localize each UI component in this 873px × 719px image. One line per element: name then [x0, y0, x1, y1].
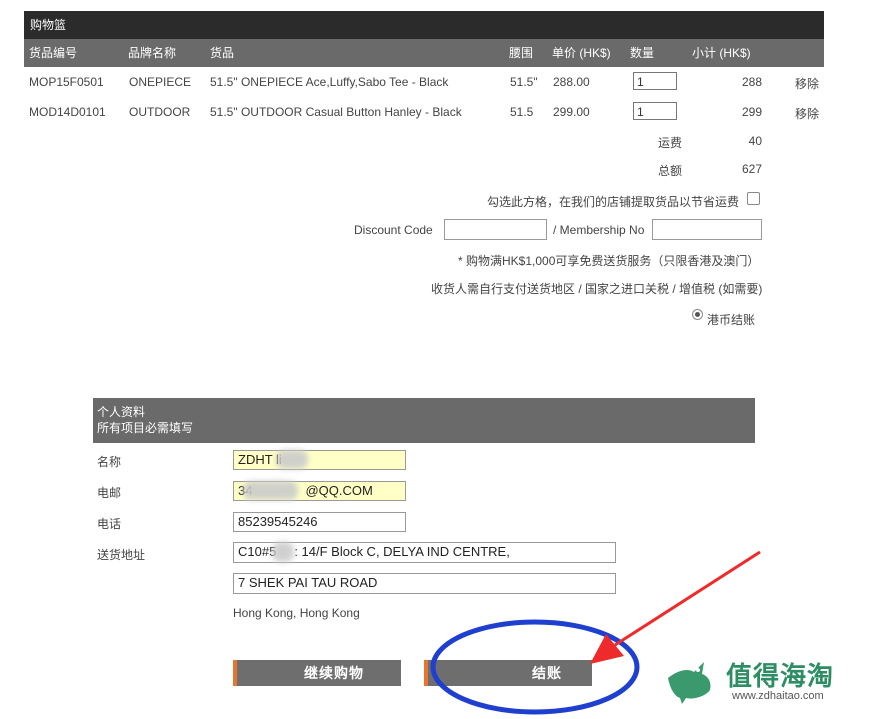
pickup-checkbox[interactable]: [747, 192, 760, 205]
item-price: 288.00: [553, 75, 590, 89]
hkd-radio[interactable]: [692, 309, 703, 320]
discount-code-input[interactable]: [444, 219, 547, 240]
watermark-logo: 值得海淘 www.zdhaitao.com: [664, 654, 864, 714]
phone-label: 电话: [97, 517, 122, 531]
continue-shopping-button[interactable]: 继续购物: [233, 660, 401, 686]
duty-note: 收货人需自行支付送货地区 / 国家之进口关税 / 增值税 (如需要): [431, 282, 763, 296]
privacy-blur: [243, 481, 298, 500]
header-subtotal: 小计 (HK$): [692, 46, 751, 60]
quantity-input[interactable]: 1: [633, 72, 677, 90]
email-value-suffix: @QQ.COM: [305, 483, 373, 498]
pointer-arrow-head: [590, 634, 624, 664]
membership-label: / Membership No: [553, 223, 645, 237]
pointer-arrow-shaft: [614, 550, 761, 647]
address-line1-prefix: C10#5: [238, 544, 277, 559]
personal-info-subtitle: 所有项目必需填写: [97, 421, 194, 435]
item-name[interactable]: 51.5" ONEPIECE Ace,Luffy,Sabo Tee - Blac…: [210, 75, 448, 89]
watermark-url: www.zdhaitao.com: [732, 690, 824, 702]
name-label: 名称: [97, 455, 122, 469]
header-code: 货品编号: [29, 46, 78, 60]
item-brand: ONEPIECE: [129, 75, 192, 89]
email-label: 电邮: [97, 486, 122, 500]
item-name[interactable]: 51.5" OUTDOOR Casual Button Hanley - Bla…: [210, 105, 462, 119]
bird-logo-icon: [668, 662, 711, 704]
remove-link[interactable]: 移除: [795, 105, 819, 122]
phone-field[interactable]: 85239545246: [233, 512, 406, 532]
header-brand: 品牌名称: [128, 46, 177, 60]
pickup-label: 勾选此方格，在我们的店铺提取货品以节省运费: [487, 195, 740, 209]
item-code: MOD14D0101: [29, 105, 106, 119]
address-line2-value: 7 SHEK PAI TAU ROAD: [238, 575, 378, 590]
free-shipping-note: * 购物满HK$1,000可享免费送货服务（只限香港及澳门）: [458, 254, 760, 268]
name-field[interactable]: ZDHT li: [233, 450, 406, 470]
quantity-input[interactable]: 1: [633, 102, 677, 120]
cart-table-header: 货品编号 品牌名称 货品 腰围 单价 (HK$) 数量 小计 (HK$): [24, 39, 824, 67]
checkout-label: 结账: [532, 665, 562, 681]
header-qty: 数量: [630, 46, 655, 60]
shipping-value: 40: [748, 134, 762, 148]
checkout-button[interactable]: 结账: [424, 660, 592, 686]
privacy-blur: [272, 542, 294, 562]
personal-info-header: 个人资料 所有项目必需填写: [93, 398, 755, 443]
shipping-label: 运费: [658, 136, 683, 150]
item-subtotal: 299: [741, 105, 762, 119]
watermark-brand: 值得海淘: [726, 662, 835, 692]
address-region: Hong Kong, Hong Kong: [233, 606, 360, 620]
personal-info-title: 个人资料: [97, 405, 146, 419]
item-brand: OUTDOOR: [129, 105, 191, 119]
total-label: 总额: [658, 164, 683, 178]
hkd-radio-label: 港币结账: [707, 313, 756, 327]
phone-value: 85239545246: [238, 514, 318, 529]
item-waist: 51.5: [510, 105, 534, 119]
privacy-blur: [276, 450, 308, 469]
cart-title: 购物篮: [30, 18, 67, 32]
header-item: 货品: [210, 46, 235, 60]
item-code: MOP15F0501: [29, 75, 104, 89]
cart-title-bar: 购物篮: [24, 11, 824, 39]
membership-no-input[interactable]: [652, 219, 762, 240]
item-price: 299.00: [553, 105, 590, 119]
item-waist: 51.5": [510, 75, 538, 89]
address-line1-suffix: : 14/F Block C, DELYA IND CENTRE,: [294, 544, 510, 559]
total-value: 627: [741, 162, 762, 176]
item-subtotal: 288: [741, 75, 762, 89]
header-waist: 腰围: [509, 46, 534, 60]
address-line2-field[interactable]: 7 SHEK PAI TAU ROAD: [233, 573, 616, 594]
header-unit-price: 单价 (HK$): [552, 46, 611, 60]
address-label: 送货地址: [97, 548, 146, 562]
continue-shopping-label: 继续购物: [304, 665, 364, 681]
remove-link[interactable]: 移除: [795, 75, 819, 92]
discount-code-label: Discount Code: [354, 223, 433, 237]
